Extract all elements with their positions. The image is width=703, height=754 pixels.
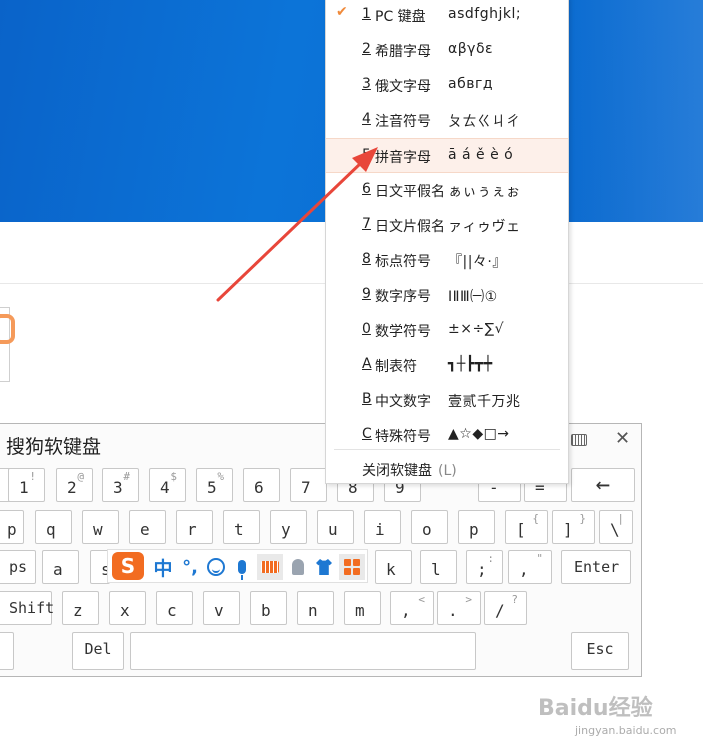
watermark-text: Baidu经验 — [538, 696, 653, 721]
annotation-arrow — [216, 147, 378, 302]
watermark-url: jingyan.baidu.com — [575, 724, 677, 737]
watermark: Baidu经验 — [538, 690, 653, 722]
